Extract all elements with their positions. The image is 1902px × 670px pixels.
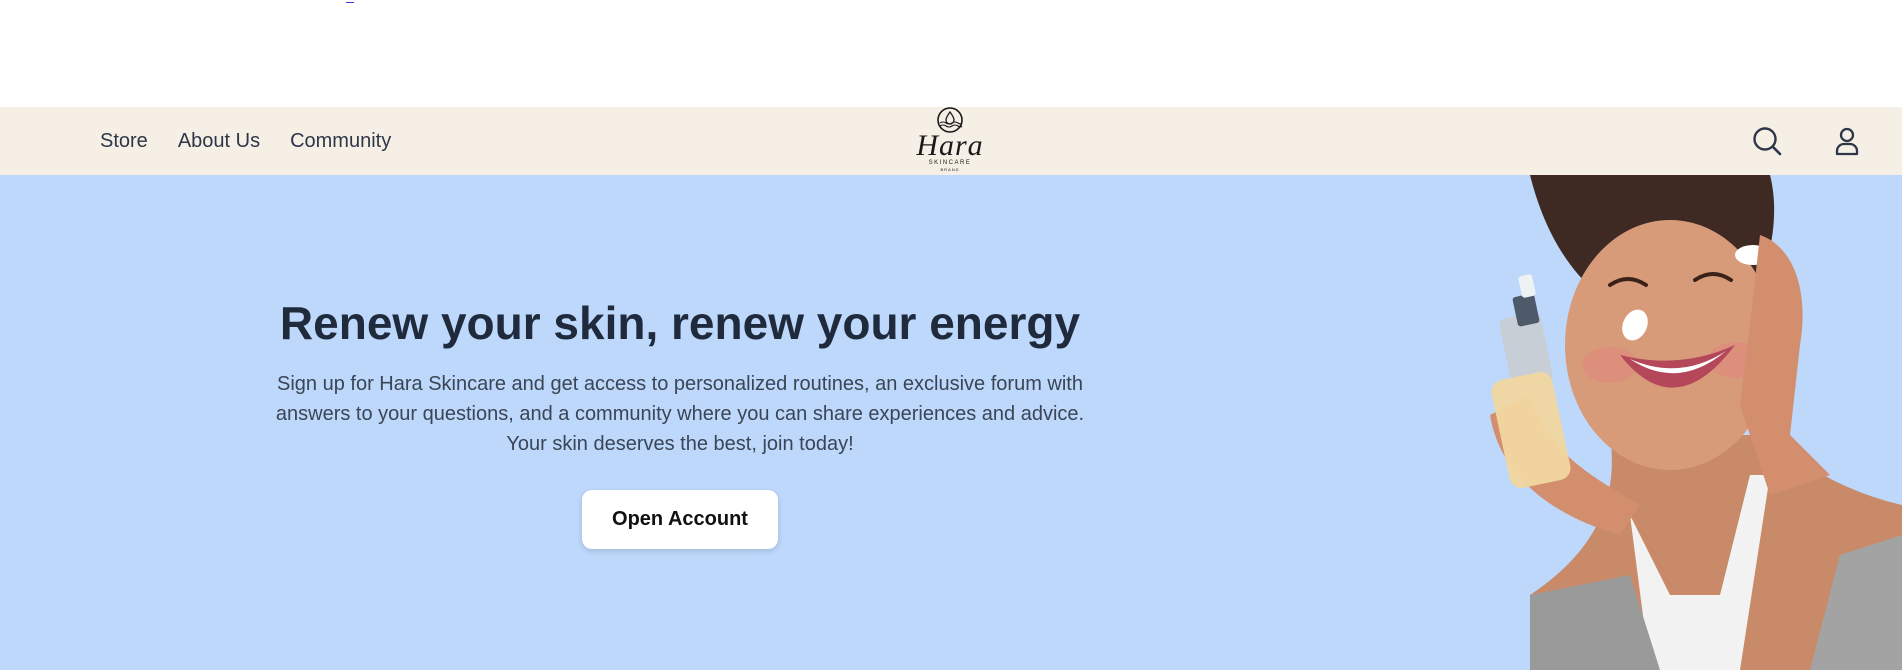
nav-link-community[interactable]: Community: [290, 130, 391, 153]
top-strip: [0, 0, 1902, 107]
open-account-button[interactable]: Open Account: [582, 490, 778, 549]
hero-title: Renew your skin, renew your energy: [279, 297, 1081, 349]
hero-model-photo: [1490, 175, 1902, 670]
search-icon[interactable]: [1750, 124, 1784, 158]
nav-link-about-us[interactable]: About Us: [178, 130, 260, 153]
hero-text: Renew your skin, renew your energy Sign …: [260, 295, 1100, 459]
stray-link-fragment[interactable]: [346, 0, 354, 3]
user-icon[interactable]: [1830, 124, 1864, 158]
nav-link-store[interactable]: Store: [100, 130, 148, 153]
nav-links: Store About Us Community: [100, 107, 391, 175]
brand-tagline: SKINCARE: [928, 160, 972, 166]
brand-name: Hara: [916, 129, 984, 162]
hero-section: Renew your skin, renew your energy Sign …: [0, 175, 1902, 670]
brand-logo[interactable]: Hara SKINCARE BRAND: [906, 106, 994, 174]
brand-sub: BRAND: [940, 167, 960, 172]
hero-description: Sign up for Hara Skincare and get access…: [275, 373, 1085, 455]
